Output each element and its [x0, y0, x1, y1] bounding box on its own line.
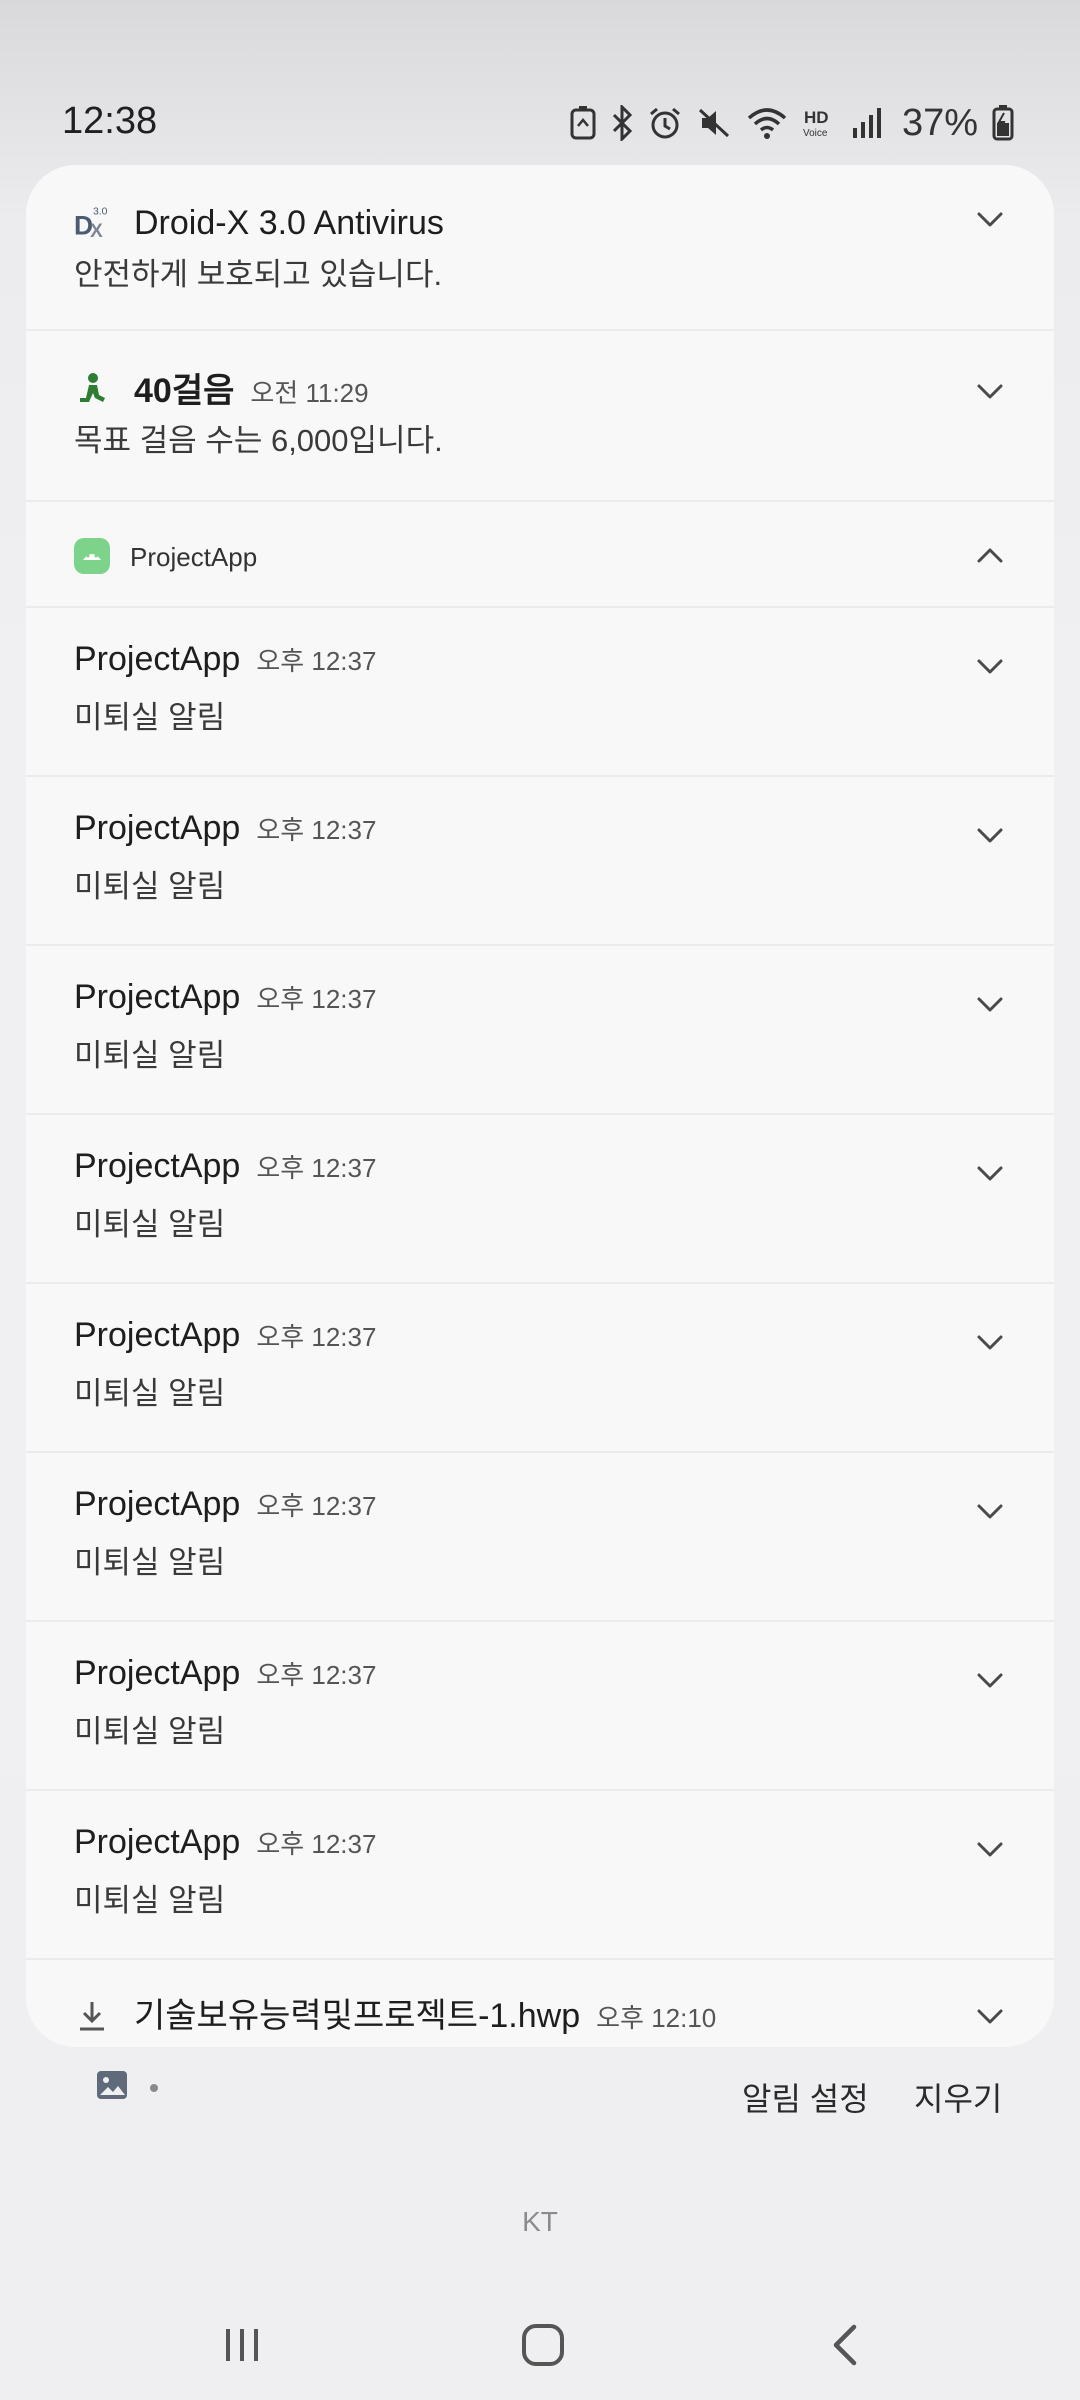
clear-button[interactable]: 지우기 [914, 2074, 1002, 2120]
status-icons: HD Voice 37% [570, 100, 1014, 146]
notification-body: 목표 걸음 수는 6,000입니다. [74, 423, 443, 458]
chevron-down-icon[interactable] [972, 1831, 1008, 1867]
bluetooth-icon [610, 105, 634, 141]
notification-body: 미퇴실 알림 [74, 869, 226, 904]
project-notification-5[interactable]: ProjectApp 오후 12:37 미퇴실 알림 [26, 1282, 1054, 1451]
hd-voice-icon: HD Voice [802, 106, 838, 140]
chevron-down-icon[interactable] [972, 986, 1008, 1022]
notification-body: 미퇴실 알림 [74, 1376, 226, 1411]
notification-actions-bar: 알림 설정 지우기 [0, 2060, 1080, 2130]
chevron-down-icon[interactable] [972, 1998, 1008, 2034]
download-icon [74, 1998, 110, 2034]
notification-time: 오후 12:37 [256, 646, 377, 676]
mute-icon [696, 106, 732, 140]
navigation-bar [0, 2290, 1080, 2400]
chevron-down-icon[interactable] [972, 201, 1008, 237]
notification-title: ProjectApp [74, 809, 241, 847]
home-button[interactable] [508, 2310, 578, 2380]
project-notification-1[interactable]: ProjectApp 오후 12:37 미퇴실 알림 [26, 606, 1054, 775]
back-icon [833, 2324, 857, 2366]
notification-time: 오전 11:29 [250, 378, 369, 408]
chevron-down-icon[interactable] [972, 1662, 1008, 1698]
notification-title: 기술보유능력및프로젝트-1.hwp [134, 1997, 581, 2035]
battery-percent: 37% [901, 101, 978, 144]
recent-apps-button[interactable] [207, 2310, 277, 2380]
chevron-down-icon[interactable] [972, 1324, 1008, 1360]
notification-title: 40걸음 [134, 372, 235, 410]
notification-title: ProjectApp [74, 1147, 241, 1185]
notification-time: 오후 12:37 [256, 1491, 377, 1521]
notification-title: ProjectApp [74, 1654, 241, 1692]
recent-apps-icon [226, 2329, 258, 2361]
notification-body: 안전하게 보호되고 있습니다. [74, 257, 443, 292]
notification-time: 오후 12:37 [256, 1322, 377, 1352]
notification-title: ProjectApp [74, 978, 241, 1016]
chevron-up-icon[interactable] [972, 538, 1008, 574]
notification-time: 오후 12:37 [256, 1829, 377, 1859]
chevron-down-icon[interactable] [972, 373, 1008, 409]
chevron-down-icon[interactable] [972, 1493, 1008, 1529]
carrier-label: KT [522, 2206, 558, 2237]
notification-settings-button[interactable]: 알림 설정 [742, 2074, 869, 2120]
notification-time: 오후 12:10 [596, 2003, 717, 2033]
project-notification-4[interactable]: ProjectApp 오후 12:37 미퇴실 알림 [26, 1113, 1054, 1282]
chevron-down-icon[interactable] [972, 648, 1008, 684]
notification-panel: D X 3.0 Droid-X 3.0 Antivirus 안전하게 보호되고 있습… [26, 165, 1054, 2047]
notification-group-header[interactable]: ProjectApp [26, 500, 1054, 606]
notification-time: 오후 12:37 [256, 815, 377, 845]
android-app-icon [74, 538, 110, 574]
notification-body: 미퇴실 알림 [74, 700, 226, 735]
notification-body: 미퇴실 알림 [74, 1207, 226, 1242]
notification-title: ProjectApp [74, 1485, 241, 1523]
notification-body: 미퇴실 알림 [74, 1545, 226, 1580]
notification-steps[interactable]: 40걸음 오전 11:29 목표 걸음 수는 6,000입니다. [26, 329, 1054, 500]
notification-body: 미퇴실 알림 [74, 1714, 226, 1749]
notification-body: 미퇴실 알림 [74, 1038, 226, 1073]
notification-title: ProjectApp [74, 640, 241, 678]
chevron-down-icon[interactable] [972, 817, 1008, 853]
project-notification-3[interactable]: ProjectApp 오후 12:37 미퇴실 알림 [26, 944, 1054, 1113]
dot-indicator [150, 2083, 158, 2092]
notification-title: ProjectApp [74, 1316, 241, 1354]
wifi-icon [746, 106, 788, 140]
project-notification-6[interactable]: ProjectApp 오후 12:37 미퇴실 알림 [26, 1451, 1054, 1620]
svg-text:Voice: Voice [803, 128, 828, 139]
back-button[interactable] [811, 2310, 881, 2380]
status-bar: 12:38 HD Voice 37% [0, 0, 1080, 160]
notification-antivirus[interactable]: D X 3.0 Droid-X 3.0 Antivirus 안전하게 보호되고 있습… [26, 165, 1054, 329]
chevron-down-icon[interactable] [972, 1155, 1008, 1191]
notification-time: 오후 12:37 [256, 1660, 377, 1690]
notification-body: 미퇴실 알림 [74, 1883, 226, 1918]
notification-time: 오후 12:37 [256, 984, 377, 1014]
project-notification-2[interactable]: ProjectApp 오후 12:37 미퇴실 알림 [26, 775, 1054, 944]
droid-x-app-icon: D X 3.0 [74, 203, 110, 240]
home-icon [522, 2324, 564, 2366]
image-icon[interactable] [96, 2070, 128, 2105]
status-time: 12:38 [62, 100, 158, 142]
notification-title: Droid-X 3.0 Antivirus [134, 204, 444, 242]
svg-text:3.0: 3.0 [93, 206, 108, 217]
walking-person-icon [74, 372, 110, 408]
svg-text:HD: HD [804, 108, 829, 127]
notification-time: 오후 12:37 [256, 1153, 377, 1183]
battery-saver-icon [570, 106, 596, 140]
group-app-name: ProjectApp [130, 542, 258, 572]
project-notification-8[interactable]: ProjectApp 오후 12:37 미퇴실 알림 [26, 1789, 1054, 1958]
signal-icon [852, 106, 884, 140]
notification-title: ProjectApp [74, 1823, 241, 1861]
notification-download[interactable]: 기술보유능력및프로젝트-1.hwp 오후 12:10 [26, 1958, 1054, 2047]
svg-text:X: X [90, 221, 103, 240]
battery-icon [992, 105, 1014, 141]
alarm-icon [648, 106, 682, 140]
project-notification-7[interactable]: ProjectApp 오후 12:37 미퇴실 알림 [26, 1620, 1054, 1789]
